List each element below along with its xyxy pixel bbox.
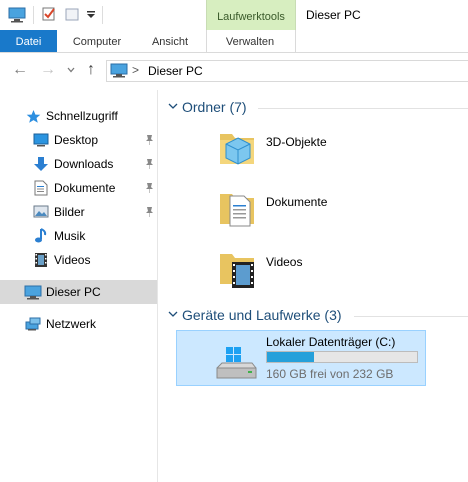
pictures-icon: [33, 205, 49, 218]
breadcrumb-this-pc[interactable]: Dieser PC: [148, 64, 203, 78]
pin-icon[interactable]: [143, 134, 155, 146]
this-pc-address-icon: [110, 63, 128, 78]
sidebar-item-this-pc[interactable]: Dieser PC: [0, 280, 157, 304]
pin-icon[interactable]: [143, 182, 155, 194]
3d-objects-folder-icon: [220, 134, 254, 165]
sidebar-item-label: Schnellzugriff: [46, 109, 118, 123]
sidebar-item-desktop[interactable]: Desktop: [0, 128, 157, 152]
drive-usage-fill: [267, 352, 314, 362]
folder-label: Videos: [266, 255, 303, 269]
sidebar-item-label: Dokumente: [54, 181, 116, 195]
pin-icon[interactable]: [143, 158, 155, 170]
group-divider: [258, 108, 468, 109]
videos-folder-icon: [220, 254, 254, 288]
tab-manage[interactable]: Verwalten: [207, 30, 293, 52]
music-icon: [35, 228, 47, 243]
drive-tools-context-tab: Laufwerktools: [206, 0, 296, 30]
sidebar-item-label: Netzwerk: [46, 317, 97, 331]
recent-locations-chevron-icon[interactable]: [67, 67, 75, 73]
sidebar-item-music[interactable]: Musik: [0, 224, 157, 248]
properties-icon[interactable]: [41, 6, 57, 22]
window-title: Dieser PC: [306, 8, 361, 22]
collapse-chevron-icon[interactable]: [168, 103, 178, 111]
downloads-icon: [34, 157, 48, 171]
star-icon: [26, 110, 41, 123]
up-arrow-icon[interactable]: ↑: [87, 62, 95, 78]
toolbar-divider: [102, 6, 103, 24]
sidebar-item-pictures[interactable]: Bilder: [0, 200, 157, 224]
sidebar-item-videos[interactable]: Videos: [0, 248, 157, 272]
tab-computer[interactable]: Computer: [63, 30, 131, 52]
sidebar-item-documents[interactable]: Dokumente: [0, 176, 157, 200]
documents-folder-icon: [220, 194, 254, 227]
folder-label: Dokumente: [266, 195, 328, 209]
desktop-icon: [33, 133, 49, 147]
sidebar-item-label: Bilder: [54, 205, 85, 219]
hard-drive-windows-icon: [216, 347, 257, 379]
toolbar-divider: [33, 6, 34, 24]
folder-tile-3d-objects[interactable]: 3D-Objekte: [218, 124, 468, 172]
context-tab-label: Laufwerktools: [217, 11, 285, 23]
videos-icon: [35, 253, 47, 267]
new-folder-icon[interactable]: [64, 6, 80, 22]
sidebar-item-label: Downloads: [54, 157, 114, 171]
folders-group-header[interactable]: Ordner (7): [182, 99, 247, 117]
tab-view[interactable]: Ansicht: [138, 30, 202, 52]
back-arrow-icon[interactable]: ←: [12, 62, 28, 78]
collapse-chevron-icon[interactable]: [168, 311, 178, 319]
customize-dropdown-icon[interactable]: [86, 10, 96, 20]
sidebar-item-label: Desktop: [54, 133, 99, 147]
folder-tile-documents[interactable]: Dokumente: [218, 184, 468, 232]
drive-free-space: 160 GB frei von 232 GB: [266, 367, 394, 381]
sidebar-item-label: Musik: [54, 229, 86, 243]
breadcrumb-separator-icon[interactable]: >: [132, 63, 139, 77]
drives-group-header[interactable]: Geräte und Laufwerke (3): [182, 307, 342, 325]
folder-label: 3D-Objekte: [266, 135, 327, 149]
drive-label: Lokaler Datenträger (C:): [266, 335, 396, 349]
this-pc-icon: [24, 285, 42, 300]
sidebar-item-quick-access[interactable]: Schnellzugriff: [0, 104, 157, 128]
network-icon: [25, 317, 41, 331]
folder-tile-videos[interactable]: Videos: [218, 244, 468, 292]
drive-usage-bar: [266, 351, 418, 363]
tab-file[interactable]: Datei: [0, 30, 57, 52]
sidebar-item-network[interactable]: Netzwerk: [0, 312, 157, 336]
pin-icon[interactable]: [143, 206, 155, 218]
documents-icon: [34, 180, 48, 196]
forward-arrow-icon[interactable]: →: [40, 62, 56, 78]
sidebar-item-label: Dieser PC: [46, 285, 101, 299]
group-divider: [354, 316, 468, 317]
sidebar-item-label: Videos: [54, 253, 91, 267]
sidebar-divider: [157, 90, 158, 482]
this-pc-icon: [8, 7, 26, 23]
sidebar-item-downloads[interactable]: Downloads: [0, 152, 157, 176]
